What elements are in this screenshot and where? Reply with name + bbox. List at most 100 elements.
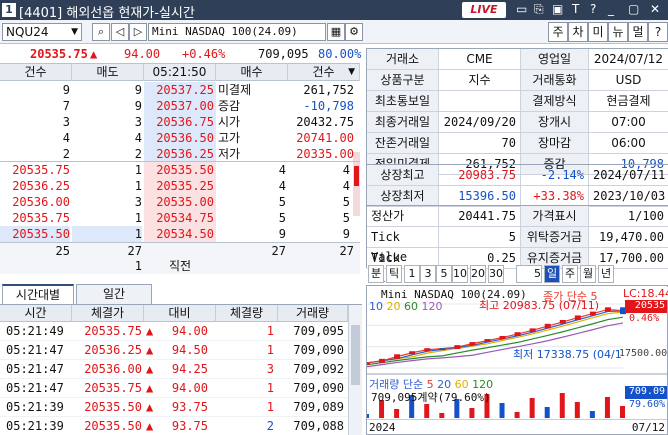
chart-period-3[interactable]: 3: [420, 265, 436, 283]
chart-period-10[interactable]: 주: [562, 265, 578, 283]
chart-period-7[interactable]: 30: [488, 265, 504, 283]
ask-count: 2: [62, 147, 70, 161]
trade-volume: 709,089: [293, 400, 344, 414]
total-ask-qty: 27: [127, 244, 142, 258]
bid-row[interactable]: 20535.75 1 20534.75 5 5: [0, 210, 360, 226]
current-price: 20535.75: [30, 47, 88, 61]
trade-row[interactable]: 05:21:47 20535.75 ▲ 94.00 1 709,090: [0, 379, 348, 398]
trade-qty: 2: [266, 419, 274, 433]
info-value: [439, 91, 521, 112]
trade-row[interactable]: 05:21:49 20535.75 ▲ 94.00 1 709,095: [0, 322, 348, 341]
ask-row[interactable]: 4 4 20536.50 고가 20741.00: [0, 130, 360, 146]
volume-bar: [529, 398, 535, 418]
chart-period-9[interactable]: 일: [544, 265, 560, 283]
ob-extra-row: 1 직전: [0, 258, 360, 274]
minimize-icon[interactable]: _: [608, 2, 614, 16]
trade-volume: 709,092: [293, 362, 344, 376]
chart-period-5[interactable]: 10: [452, 265, 468, 283]
bid-count: 9: [342, 227, 350, 241]
volume-text: 709,095계약(79.60%): [371, 391, 491, 404]
trade-diff: 94.50: [171, 343, 208, 357]
trade-time: 05:21:47: [6, 362, 64, 376]
trade-row[interactable]: 05:21:47 20536.00 ▲ 94.25 3 709,092: [0, 360, 348, 379]
ask-info-value: -10,798: [303, 99, 354, 113]
multi-button[interactable]: 멀: [628, 22, 648, 42]
ask-price: 20536.75: [144, 114, 216, 130]
tab-daily[interactable]: 일간: [76, 284, 152, 304]
info-label: 정산가: [367, 206, 439, 227]
chart-period-1[interactable]: 틱: [386, 265, 402, 283]
ask-price: 20537.25: [144, 82, 216, 98]
info-value: 1/100: [589, 206, 668, 227]
prev-code-icon[interactable]: ◁: [111, 23, 129, 41]
order-button[interactable]: 주: [548, 22, 568, 42]
ask-info-value: 20432.75: [296, 115, 354, 129]
bid-row[interactable]: 20535.75 1 20535.50 4 4: [0, 162, 360, 178]
bid-row[interactable]: 20536.00 3 20535.00 5 5: [0, 194, 360, 210]
ask-row[interactable]: 2 2 20536.25 저가 20335.00: [0, 146, 360, 162]
help-button[interactable]: ?: [648, 22, 668, 42]
trade-header-volume: 거래량: [278, 305, 348, 322]
trades-scrollbar[interactable]: [348, 305, 362, 435]
ask-info-label: 저가: [218, 147, 241, 161]
outstanding-button[interactable]: 미: [588, 22, 608, 42]
price-change: 94.00: [124, 47, 161, 61]
orderbook: 건수 매도 05:21:50 매수 건수 ▼ 25 27 27 27 1 직전 9…: [0, 64, 360, 282]
trade-row[interactable]: 05:21:39 20535.50 ▲ 93.75 1 709,089: [0, 398, 348, 417]
window-number: 1: [2, 3, 16, 17]
chart-period-11[interactable]: 월: [580, 265, 596, 283]
next-code-icon[interactable]: ▷: [129, 23, 147, 41]
help-icon[interactable]: ?: [590, 2, 596, 16]
news-button[interactable]: 뉴: [608, 22, 628, 42]
close-icon[interactable]: ✕: [650, 2, 660, 16]
grid-icon[interactable]: ▦: [327, 23, 345, 41]
trade-row[interactable]: 05:21:39 20535.50 ▲ 93.75 2 709,088: [0, 417, 348, 435]
ask-row[interactable]: 9 9 20537.25 미결제 261,752: [0, 82, 360, 98]
trade-time: 05:21:47: [6, 343, 64, 357]
maximize-icon[interactable]: ▢: [628, 2, 639, 16]
restore-icon[interactable]: ▭: [516, 2, 527, 16]
layout-icon[interactable]: ▣: [552, 2, 563, 16]
scrollbar-thumb[interactable]: [351, 325, 360, 385]
copy-icon[interactable]: ⎘: [534, 2, 544, 17]
gear-icon[interactable]: ⚙: [345, 23, 363, 41]
ask-info-label: 증감: [218, 99, 241, 113]
candle: [424, 348, 431, 352]
ask-price: 20537.00: [144, 98, 216, 114]
ma10-label: 10: [369, 300, 383, 313]
info-value: CME: [439, 49, 521, 70]
chart-period-0[interactable]: 분: [368, 265, 384, 283]
volume-bar: [469, 408, 475, 418]
chart-period-4[interactable]: 5: [436, 265, 452, 283]
volume-bar: [424, 404, 430, 418]
info-label: 상장최고: [367, 165, 439, 186]
trade-diff: 93.75: [171, 419, 208, 433]
product-name-field: Mini NASDAQ 100(24.09): [148, 23, 326, 41]
live-badge[interactable]: LIVE: [462, 2, 506, 18]
info-value: 지수: [439, 70, 521, 91]
bid-row[interactable]: 20536.25 1 20535.25 4 4: [0, 178, 360, 194]
candle: [574, 315, 581, 320]
total-bid-count: 27: [339, 244, 354, 258]
bid-row[interactable]: 20535.50 1 20534.50 9 9: [0, 226, 360, 242]
ob-header-bid-count[interactable]: 건수 ▼: [288, 64, 360, 81]
ask-row[interactable]: 3 3 20536.75 시가 20432.75: [0, 114, 360, 130]
ob-header-time: 05:21:50: [144, 64, 216, 81]
code-input[interactable]: NQU24 ▼: [2, 23, 82, 41]
chart-period-6[interactable]: 20: [470, 265, 486, 283]
chart-button[interactable]: 차: [568, 22, 588, 42]
candle: [379, 358, 386, 363]
trade-diff: 94.25: [171, 362, 208, 376]
trade-header-time: 시간: [0, 305, 72, 322]
trade-row[interactable]: 05:21:47 20536.25 ▲ 94.50 1 709,090: [0, 341, 348, 360]
ask-row[interactable]: 7 9 20537.00 증감 -10,798: [0, 98, 360, 114]
ask-info-label: 고가: [218, 131, 241, 145]
tab-time[interactable]: 시간대별: [2, 284, 74, 304]
chart-period-8[interactable]: 5: [516, 265, 542, 283]
font-icon[interactable]: T: [572, 2, 579, 16]
chart-period-2[interactable]: 1: [404, 265, 420, 283]
chart-period-12[interactable]: 년: [598, 265, 614, 283]
search-icon[interactable]: ⌕: [92, 23, 110, 41]
ob-header-ask-count: 건수: [0, 64, 72, 81]
ask-qty: 4: [134, 131, 142, 145]
